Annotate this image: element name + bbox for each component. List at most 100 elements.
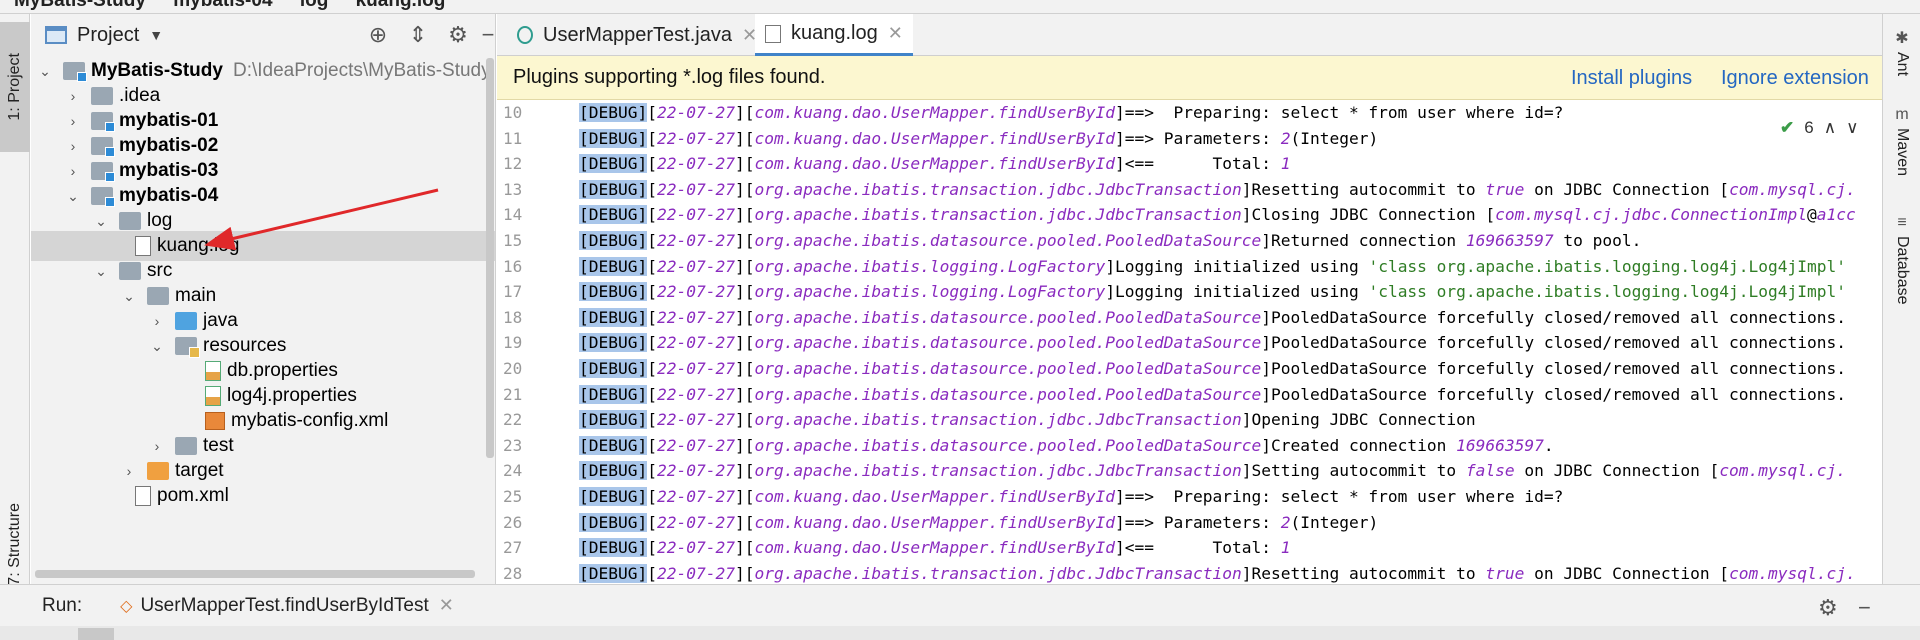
line-number: 15 (503, 231, 523, 250)
chevron-right-icon[interactable]: › (65, 88, 81, 104)
chevron-down-icon[interactable]: ▼ (149, 27, 163, 43)
chevron-down-icon[interactable]: ⌄ (93, 213, 109, 230)
maven-icon: m (1895, 106, 1909, 123)
log-line: [DEBUG][22-07-27][com.kuang.dao.UserMapp… (579, 128, 1379, 148)
right-tool-strip: ✱ Ant m Maven ≡ Database (1882, 14, 1920, 584)
line-number: 14 (503, 205, 523, 225)
log-line: [DEBUG][22-07-27][org.apache.ibatis.data… (579, 333, 1846, 353)
tree-item-label: log (147, 210, 173, 231)
log-line: [DEBUG][22-07-27][org.apache.ibatis.data… (579, 359, 1846, 378)
module-folder-icon (91, 187, 115, 207)
tree-horizontal-scrollbar[interactable] (35, 570, 475, 578)
tree-item-label: src (147, 260, 173, 281)
chevron-right-icon[interactable]: › (149, 438, 165, 454)
gear-icon[interactable]: ⚙ (1818, 595, 1838, 621)
editor-area: UserMapperTest.java ✕ kuang.log ✕ Plugin… (497, 14, 1882, 584)
ignore-extension-link[interactable]: Ignore extension (1721, 67, 1869, 90)
project-panel: Project ▼ ⊕ ⇕ ⚙ − ⌄ MyBatis-Study D:\Ide… (31, 14, 496, 584)
tool-tab-database[interactable]: ≡ Database (1883, 214, 1920, 305)
log-line: [DEBUG][22-07-27][com.kuang.dao.UserMapp… (579, 154, 1291, 174)
chevron-right-icon[interactable]: › (149, 313, 165, 329)
properties-file-icon (205, 386, 221, 406)
java-class-icon (517, 26, 533, 44)
tab-usermappertest-java[interactable]: UserMapperTest.java ✕ (507, 14, 767, 56)
breadcrumb-project[interactable]: MyBatis-Study (14, 0, 146, 11)
chevron-down-icon[interactable]: ∨ (1846, 118, 1858, 138)
line-number-gutter: 10 11 12 13 14 15 16 17 18 19 20 21 22 23 24 25 26 27 28 (497, 100, 567, 584)
tree-item-label: .idea (119, 85, 161, 106)
run-tool-window-header: Run: ◇ UserMapperTest.findUserByIdTest ✕… (0, 584, 1920, 626)
project-panel-header: Project ▼ ⊕ ⇕ ⚙ − (31, 14, 495, 56)
folder-icon (91, 87, 113, 105)
check-icon: ✔ (1780, 118, 1795, 137)
maven-tab-label: Maven (1894, 128, 1911, 177)
tree-item-label: mybatis-03 (119, 160, 219, 181)
tool-tab-structure[interactable]: 7: Structure (0, 494, 30, 594)
tree-item-label: pom.xml (157, 485, 229, 506)
close-icon[interactable]: ✕ (888, 23, 903, 44)
tree-item-pom[interactable]: pom.xml (31, 481, 495, 511)
log-line: [DEBUG][22-07-27][org.apache.ibatis.tran… (579, 205, 1856, 225)
inspection-widget[interactable]: ✔ 6 ∧ ∨ (1780, 118, 1859, 138)
project-tab-label: 1: Project (6, 53, 23, 121)
install-plugins-link[interactable]: Install plugins (1571, 67, 1692, 90)
tree-item-label: target (175, 460, 224, 481)
log-line: [DEBUG][22-07-27][org.apache.ibatis.tran… (579, 563, 1856, 583)
source-folder-icon (175, 312, 197, 330)
structure-tab-label: 7: Structure (6, 502, 23, 586)
tool-tab-ant[interactable]: ✱ Ant (1883, 28, 1920, 76)
ant-tab-label: Ant (1894, 52, 1911, 77)
line-number: 20 (503, 359, 523, 378)
collapse-all-icon[interactable]: ⇕ (406, 23, 430, 47)
chevron-down-icon[interactable]: ⌄ (37, 63, 53, 80)
breadcrumb-folder[interactable]: log (300, 0, 329, 11)
locate-icon[interactable]: ⊕ (366, 23, 390, 47)
tree-vertical-scrollbar[interactable] (486, 58, 494, 458)
banner-message: Plugins supporting *.log files found. (513, 66, 826, 88)
chevron-down-icon[interactable]: ⌄ (93, 263, 109, 280)
project-panel-title[interactable]: Project (77, 24, 139, 47)
breadcrumb-file[interactable]: kuang.log (356, 0, 446, 11)
tab-label: UserMapperTest.java (543, 23, 732, 46)
tree-item-label: mybatis-02 (119, 135, 219, 156)
log-content[interactable]: [DEBUG][22-07-27][com.kuang.dao.UserMapp… (579, 100, 1882, 584)
log-line: [DEBUG][22-07-27][org.apache.ibatis.logg… (579, 282, 1846, 302)
run-tab-label[interactable]: UserMapperTest.findUserByIdTest (140, 595, 428, 617)
tool-tab-maven[interactable]: m Maven (1883, 106, 1920, 176)
line-number: 10 (503, 103, 523, 122)
close-icon[interactable]: ✕ (439, 595, 454, 616)
line-number: 12 (503, 154, 523, 174)
chevron-right-icon[interactable]: › (65, 163, 81, 179)
line-number: 26 (503, 512, 523, 532)
chevron-right-icon[interactable]: › (65, 113, 81, 129)
line-number: 13 (503, 179, 523, 199)
tree-item-label: mybatis-config.xml (231, 410, 389, 431)
chevron-up-icon[interactable]: ∧ (1824, 118, 1836, 138)
folder-icon (175, 437, 197, 455)
project-window-icon (45, 26, 67, 44)
database-icon: ≡ (1897, 214, 1907, 231)
line-number: 23 (503, 435, 523, 455)
editor-tabs: UserMapperTest.java ✕ kuang.log ✕ (497, 14, 1882, 56)
tree-item-label: test (203, 435, 234, 456)
tool-tab-project[interactable]: 1: Project (0, 22, 30, 152)
hide-panel-icon[interactable]: − (1858, 595, 1871, 621)
folder-icon (147, 287, 169, 305)
breadcrumb-module[interactable]: mybatis-04 (173, 0, 272, 11)
chevron-down-icon[interactable]: ⌄ (149, 338, 165, 355)
maven-file-icon (135, 486, 151, 506)
chevron-down-icon[interactable]: ⌄ (121, 288, 137, 305)
line-number: 17 (503, 282, 523, 302)
line-number: 28 (503, 563, 523, 583)
hide-panel-icon[interactable]: − (476, 23, 495, 47)
tab-kuang-log[interactable]: kuang.log ✕ (755, 14, 913, 56)
chevron-right-icon[interactable]: › (65, 138, 81, 154)
line-number: 27 (503, 538, 523, 558)
gear-icon[interactable]: ⚙ (446, 23, 470, 47)
chevron-right-icon[interactable]: › (121, 463, 137, 479)
chevron-down-icon[interactable]: ⌄ (65, 188, 81, 205)
toggle-button[interactable] (78, 628, 114, 640)
folder-icon (119, 262, 141, 280)
log-line: [DEBUG][22-07-27][org.apache.ibatis.data… (579, 231, 1642, 250)
tree-item-label: resources (203, 335, 287, 356)
